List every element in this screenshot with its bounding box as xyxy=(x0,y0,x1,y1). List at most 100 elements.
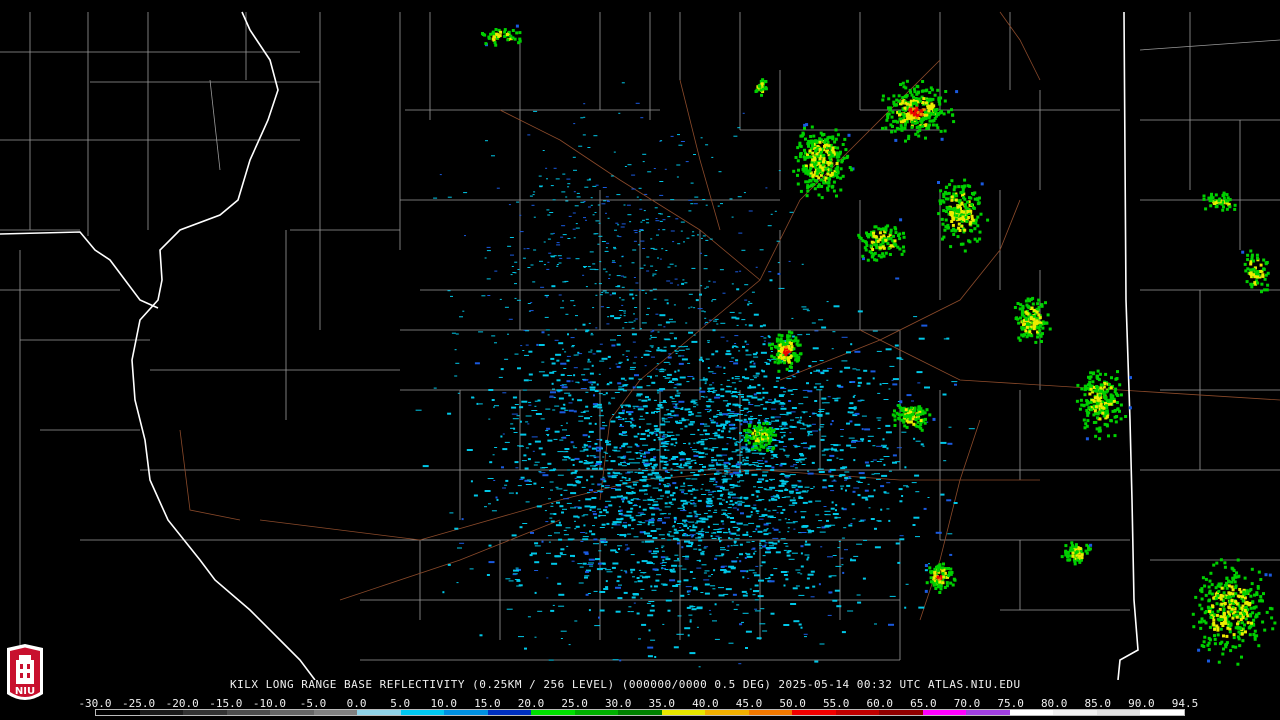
echo-pixel xyxy=(655,434,658,436)
echo-pixel xyxy=(552,388,555,390)
echo-pixel xyxy=(556,501,560,504)
echo-pixel xyxy=(866,382,871,385)
echo-pixel xyxy=(544,316,549,318)
echo-pixel xyxy=(732,403,739,406)
echo-pixel xyxy=(663,361,670,363)
echo-pixel xyxy=(874,623,877,625)
echo-pixel xyxy=(799,152,802,156)
echo-pixel xyxy=(590,465,596,467)
echo-pixel xyxy=(557,255,562,257)
echo-pixel xyxy=(541,331,545,334)
echo-pixel xyxy=(720,322,726,324)
echo-pixel xyxy=(559,439,564,441)
echo-pixel xyxy=(642,153,647,155)
echo-pixel xyxy=(669,396,673,399)
echo-pixel xyxy=(1098,393,1102,397)
echo-pixel xyxy=(706,401,713,403)
echo-pixel xyxy=(960,202,964,206)
echo-pixel xyxy=(897,99,901,103)
echo-pixel xyxy=(803,633,808,635)
echo-pixel xyxy=(1124,415,1128,418)
echo-pixel xyxy=(741,446,748,448)
echo-pixel xyxy=(688,512,692,514)
echo-pixel xyxy=(913,121,917,125)
echo-pixel xyxy=(549,470,556,472)
highway-line xyxy=(999,11,1041,81)
echo-pixel xyxy=(924,89,928,93)
echo-pixel xyxy=(600,478,606,481)
echo-pixel xyxy=(767,399,772,401)
echo-pixel xyxy=(1027,322,1031,326)
echo-pixel xyxy=(704,323,707,325)
echo-pixel xyxy=(624,379,627,381)
echo-pixel xyxy=(656,234,659,236)
echo-pixel xyxy=(900,252,904,256)
echo-pixel xyxy=(642,572,645,574)
echo-pixel xyxy=(696,441,700,444)
echo-pixel xyxy=(743,429,747,432)
echo-pixel xyxy=(945,185,949,189)
echo-pixel xyxy=(802,389,809,391)
echo-pixel xyxy=(566,435,570,436)
echo-pixel xyxy=(604,292,609,294)
echo-pixel xyxy=(596,568,603,571)
echo-pixel xyxy=(1037,305,1041,309)
echo-pixel xyxy=(806,382,809,385)
echo-pixel xyxy=(1113,434,1117,438)
echo-pixel xyxy=(508,580,514,582)
echo-pixel xyxy=(543,264,546,266)
echo-pixel xyxy=(777,272,781,275)
echo-pixel xyxy=(876,520,882,522)
echo-pixel xyxy=(834,399,839,402)
echo-pixel xyxy=(531,436,538,438)
echo-pixel xyxy=(729,538,733,540)
echo-pixel xyxy=(788,438,792,441)
highway-line xyxy=(919,419,981,621)
echo-pixel xyxy=(529,379,532,381)
echo-pixel xyxy=(595,558,600,561)
echo-pixel xyxy=(570,337,575,339)
echo-pixel xyxy=(577,399,583,402)
echo-pixel xyxy=(570,300,575,302)
echo-pixel xyxy=(836,384,841,387)
echo-pixel xyxy=(798,623,802,626)
echo-pixel xyxy=(684,408,688,411)
echo-pixel xyxy=(749,436,753,440)
echo-pixel xyxy=(549,395,554,397)
echo-pixel xyxy=(646,222,650,224)
echo-pixel xyxy=(545,408,551,410)
echo-pixel xyxy=(657,519,663,522)
echo-pixel xyxy=(866,258,870,262)
echo-pixel xyxy=(682,502,688,505)
echo-pixel xyxy=(767,510,771,512)
echo-pixel xyxy=(960,191,964,194)
echo-pixel xyxy=(784,351,788,355)
echo-pixel xyxy=(748,210,753,212)
echo-pixel xyxy=(659,194,664,196)
echo-pixel xyxy=(638,638,641,640)
echo-pixel xyxy=(621,82,625,84)
echo-pixel xyxy=(808,424,812,427)
echo-pixel xyxy=(861,415,867,417)
echo-pixel xyxy=(784,454,790,456)
echo-pixel xyxy=(637,408,644,411)
echo-pixel xyxy=(771,420,775,422)
echo-pixel xyxy=(661,435,665,438)
echo-pixel xyxy=(848,476,851,479)
echo-pixel xyxy=(836,146,840,150)
echo-pixel xyxy=(1028,330,1032,334)
echo-pixel xyxy=(688,413,692,416)
echo-pixel xyxy=(643,353,650,356)
echo-pixel xyxy=(783,361,786,365)
echo-pixel xyxy=(753,313,759,316)
echo-pixel xyxy=(754,550,757,552)
echo-pixel xyxy=(1088,392,1092,396)
echo-pixel xyxy=(710,468,716,470)
echo-pixel xyxy=(658,438,664,441)
echo-pixel xyxy=(890,130,894,134)
echo-pixel xyxy=(874,225,878,229)
echo-pixel xyxy=(733,526,739,528)
echo-pixel xyxy=(938,102,942,106)
echo-pixel xyxy=(699,387,702,390)
echo-pixel xyxy=(638,187,642,189)
